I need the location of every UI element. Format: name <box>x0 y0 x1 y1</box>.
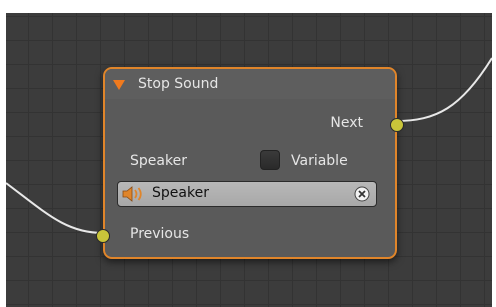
output-wire[interactable] <box>395 57 492 122</box>
stop-sound-node[interactable]: Stop Sound Next Speaker Variable Speaker… <box>96 67 404 259</box>
collapse-arrow-icon[interactable] <box>113 80 125 90</box>
next-output-label: Next <box>330 115 363 131</box>
speaker-icon <box>122 186 142 202</box>
speaker-field-value: Speaker <box>152 185 209 201</box>
next-output-socket[interactable] <box>390 118 404 132</box>
clear-icon[interactable] <box>354 186 370 202</box>
node-title: Stop Sound <box>138 76 219 92</box>
node-header[interactable]: Stop Sound <box>105 69 395 99</box>
variable-label[interactable]: Variable <box>291 153 348 169</box>
speaker-label: Speaker <box>130 153 187 169</box>
previous-input-label: Previous <box>130 226 190 242</box>
input-wire[interactable] <box>6 182 104 234</box>
node-editor-canvas[interactable]: Stop Sound Next Speaker Variable Speaker… <box>6 13 492 307</box>
previous-input-socket[interactable] <box>96 229 110 243</box>
variable-checkbox[interactable] <box>260 150 280 170</box>
speaker-field[interactable]: Speaker <box>117 181 377 207</box>
